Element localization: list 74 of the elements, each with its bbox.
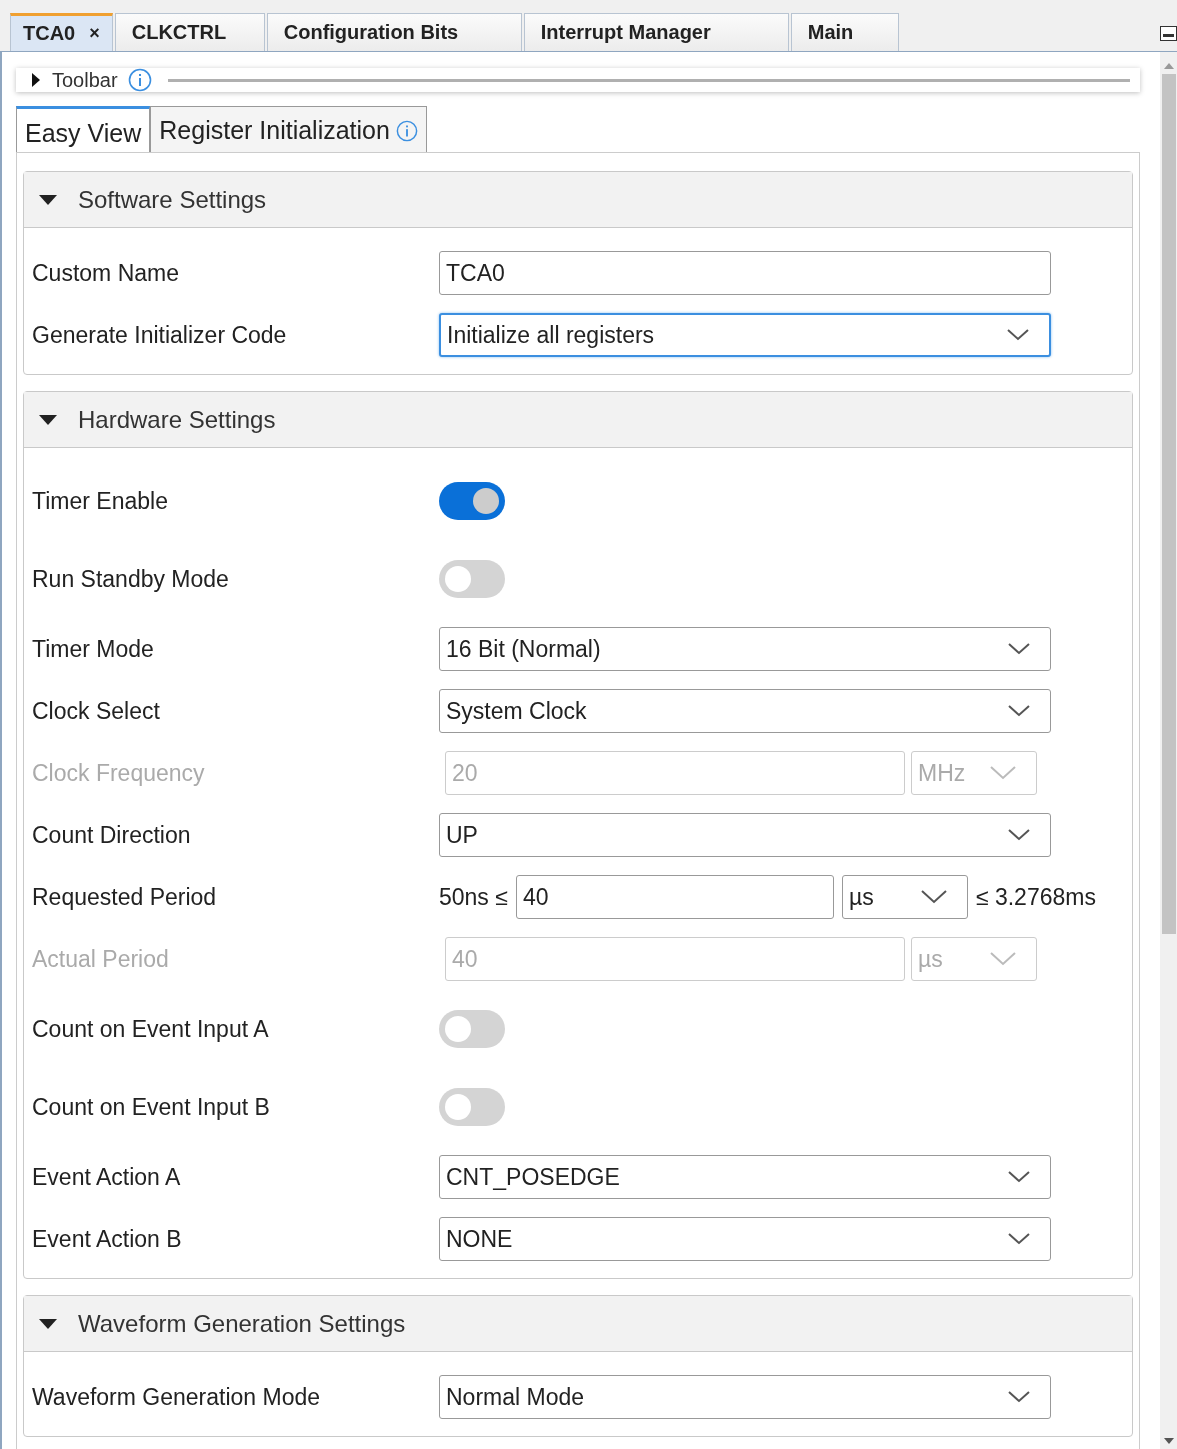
toggle-switch[interactable] <box>439 482 505 520</box>
toggle-switch[interactable] <box>439 560 505 598</box>
chevron-down-icon <box>1008 1171 1030 1183</box>
info-icon[interactable] <box>127 68 152 92</box>
view-tab[interactable]: Easy View <box>16 106 151 152</box>
field-label: Event Action B <box>32 1225 183 1253</box>
scroll-thumb[interactable] <box>1161 74 1176 934</box>
chevron-down-icon <box>990 766 1016 780</box>
collapse-arrow-icon[interactable] <box>38 1316 58 1331</box>
field-label: Count on Event Input A <box>32 1015 270 1043</box>
field-label: Event Action A <box>32 1163 182 1191</box>
field-label: Generate Initializer Code <box>32 321 288 349</box>
scrollbar[interactable] <box>1160 52 1177 1449</box>
editor-tab[interactable]: CLKCTRL <box>114 13 265 51</box>
chevron-down-icon <box>1008 1233 1030 1245</box>
chevron-down-icon <box>1008 1391 1030 1403</box>
dropdown[interactable]: Normal Mode <box>439 1375 1051 1419</box>
tab-label: Interrupt Manager <box>540 21 711 44</box>
editor-tab[interactable]: Configuration Bits <box>266 13 522 51</box>
chevron-down-icon <box>1007 329 1029 341</box>
tab-label: Register Initialization <box>159 116 390 145</box>
unit-dropdown[interactable]: µs <box>841 875 968 919</box>
collapse-arrow-icon[interactable] <box>38 412 58 427</box>
dropdown[interactable]: Initialize all registers <box>439 313 1051 357</box>
view-tab[interactable]: Register Initialization <box>150 106 427 152</box>
chevron-down-icon <box>990 952 1016 966</box>
toggle-switch[interactable] <box>439 1088 505 1126</box>
chevron-down-icon <box>920 890 947 904</box>
field-label: Waveform Generation Mode <box>32 1383 322 1411</box>
expand-arrow-icon[interactable] <box>30 72 42 88</box>
min-value: 50ns ≤ <box>439 883 508 911</box>
minimize-icon[interactable] <box>1160 26 1177 41</box>
field-label: Custom Name <box>32 259 180 287</box>
dropdown[interactable]: 16 Bit (Normal) <box>439 627 1051 671</box>
field-label: Count Direction <box>32 821 192 849</box>
dropdown[interactable]: NONE <box>439 1217 1051 1261</box>
editor-tab[interactable]: Main <box>790 13 899 51</box>
field-label: Actual Period <box>32 945 170 973</box>
section-title: Software Settings <box>78 185 267 214</box>
scroll-up-icon[interactable] <box>1163 62 1174 70</box>
dropdown[interactable]: System Clock <box>439 689 1051 733</box>
dropdown[interactable]: UP <box>439 813 1051 857</box>
tab-label: Configuration Bits <box>283 21 459 44</box>
tab-label: Easy View <box>25 119 142 148</box>
chevron-down-icon <box>1008 705 1030 717</box>
field-label: Count on Event Input B <box>32 1093 271 1121</box>
close-icon[interactable]: × <box>89 23 100 44</box>
chevron-down-icon <box>1008 829 1030 841</box>
collapse-arrow-icon[interactable] <box>38 192 58 207</box>
scroll-down-icon[interactable] <box>1163 1437 1174 1445</box>
info-icon[interactable] <box>395 119 418 142</box>
toolbar-label[interactable]: Toolbar <box>52 68 118 92</box>
field-label: Clock Select <box>32 697 161 725</box>
max-value: ≤ 3.2768ms <box>975 883 1096 911</box>
tab-label: CLKCTRL <box>131 21 227 44</box>
section-title: Hardware Settings <box>78 405 276 434</box>
editor-tab[interactable]: TCA0 × <box>10 13 113 51</box>
field-label: Run Standby Mode <box>32 565 230 593</box>
dropdown[interactable]: CNT_POSEDGE <box>439 1155 1051 1199</box>
chevron-down-icon <box>1008 643 1030 655</box>
field-label: Timer Mode <box>32 635 155 663</box>
section-header[interactable]: Hardware Settings <box>24 392 1132 448</box>
toggle-switch[interactable] <box>439 1010 505 1048</box>
tab-label: Main <box>807 21 854 44</box>
input-field[interactable]: TCA0 <box>439 251 1051 295</box>
tab-label: TCA0 <box>23 22 76 45</box>
section-header[interactable]: Software Settings <box>24 172 1132 228</box>
field-label: Clock Frequency <box>32 759 206 787</box>
editor-tab[interactable]: Interrupt Manager <box>523 13 789 51</box>
section-header[interactable]: Waveform Generation Settings <box>24 1296 1132 1352</box>
field-label: Timer Enable <box>32 487 169 515</box>
field-label: Requested Period <box>32 883 218 911</box>
section-title: Waveform Generation Settings <box>78 1309 406 1338</box>
input-field[interactable]: 40 <box>515 875 834 919</box>
